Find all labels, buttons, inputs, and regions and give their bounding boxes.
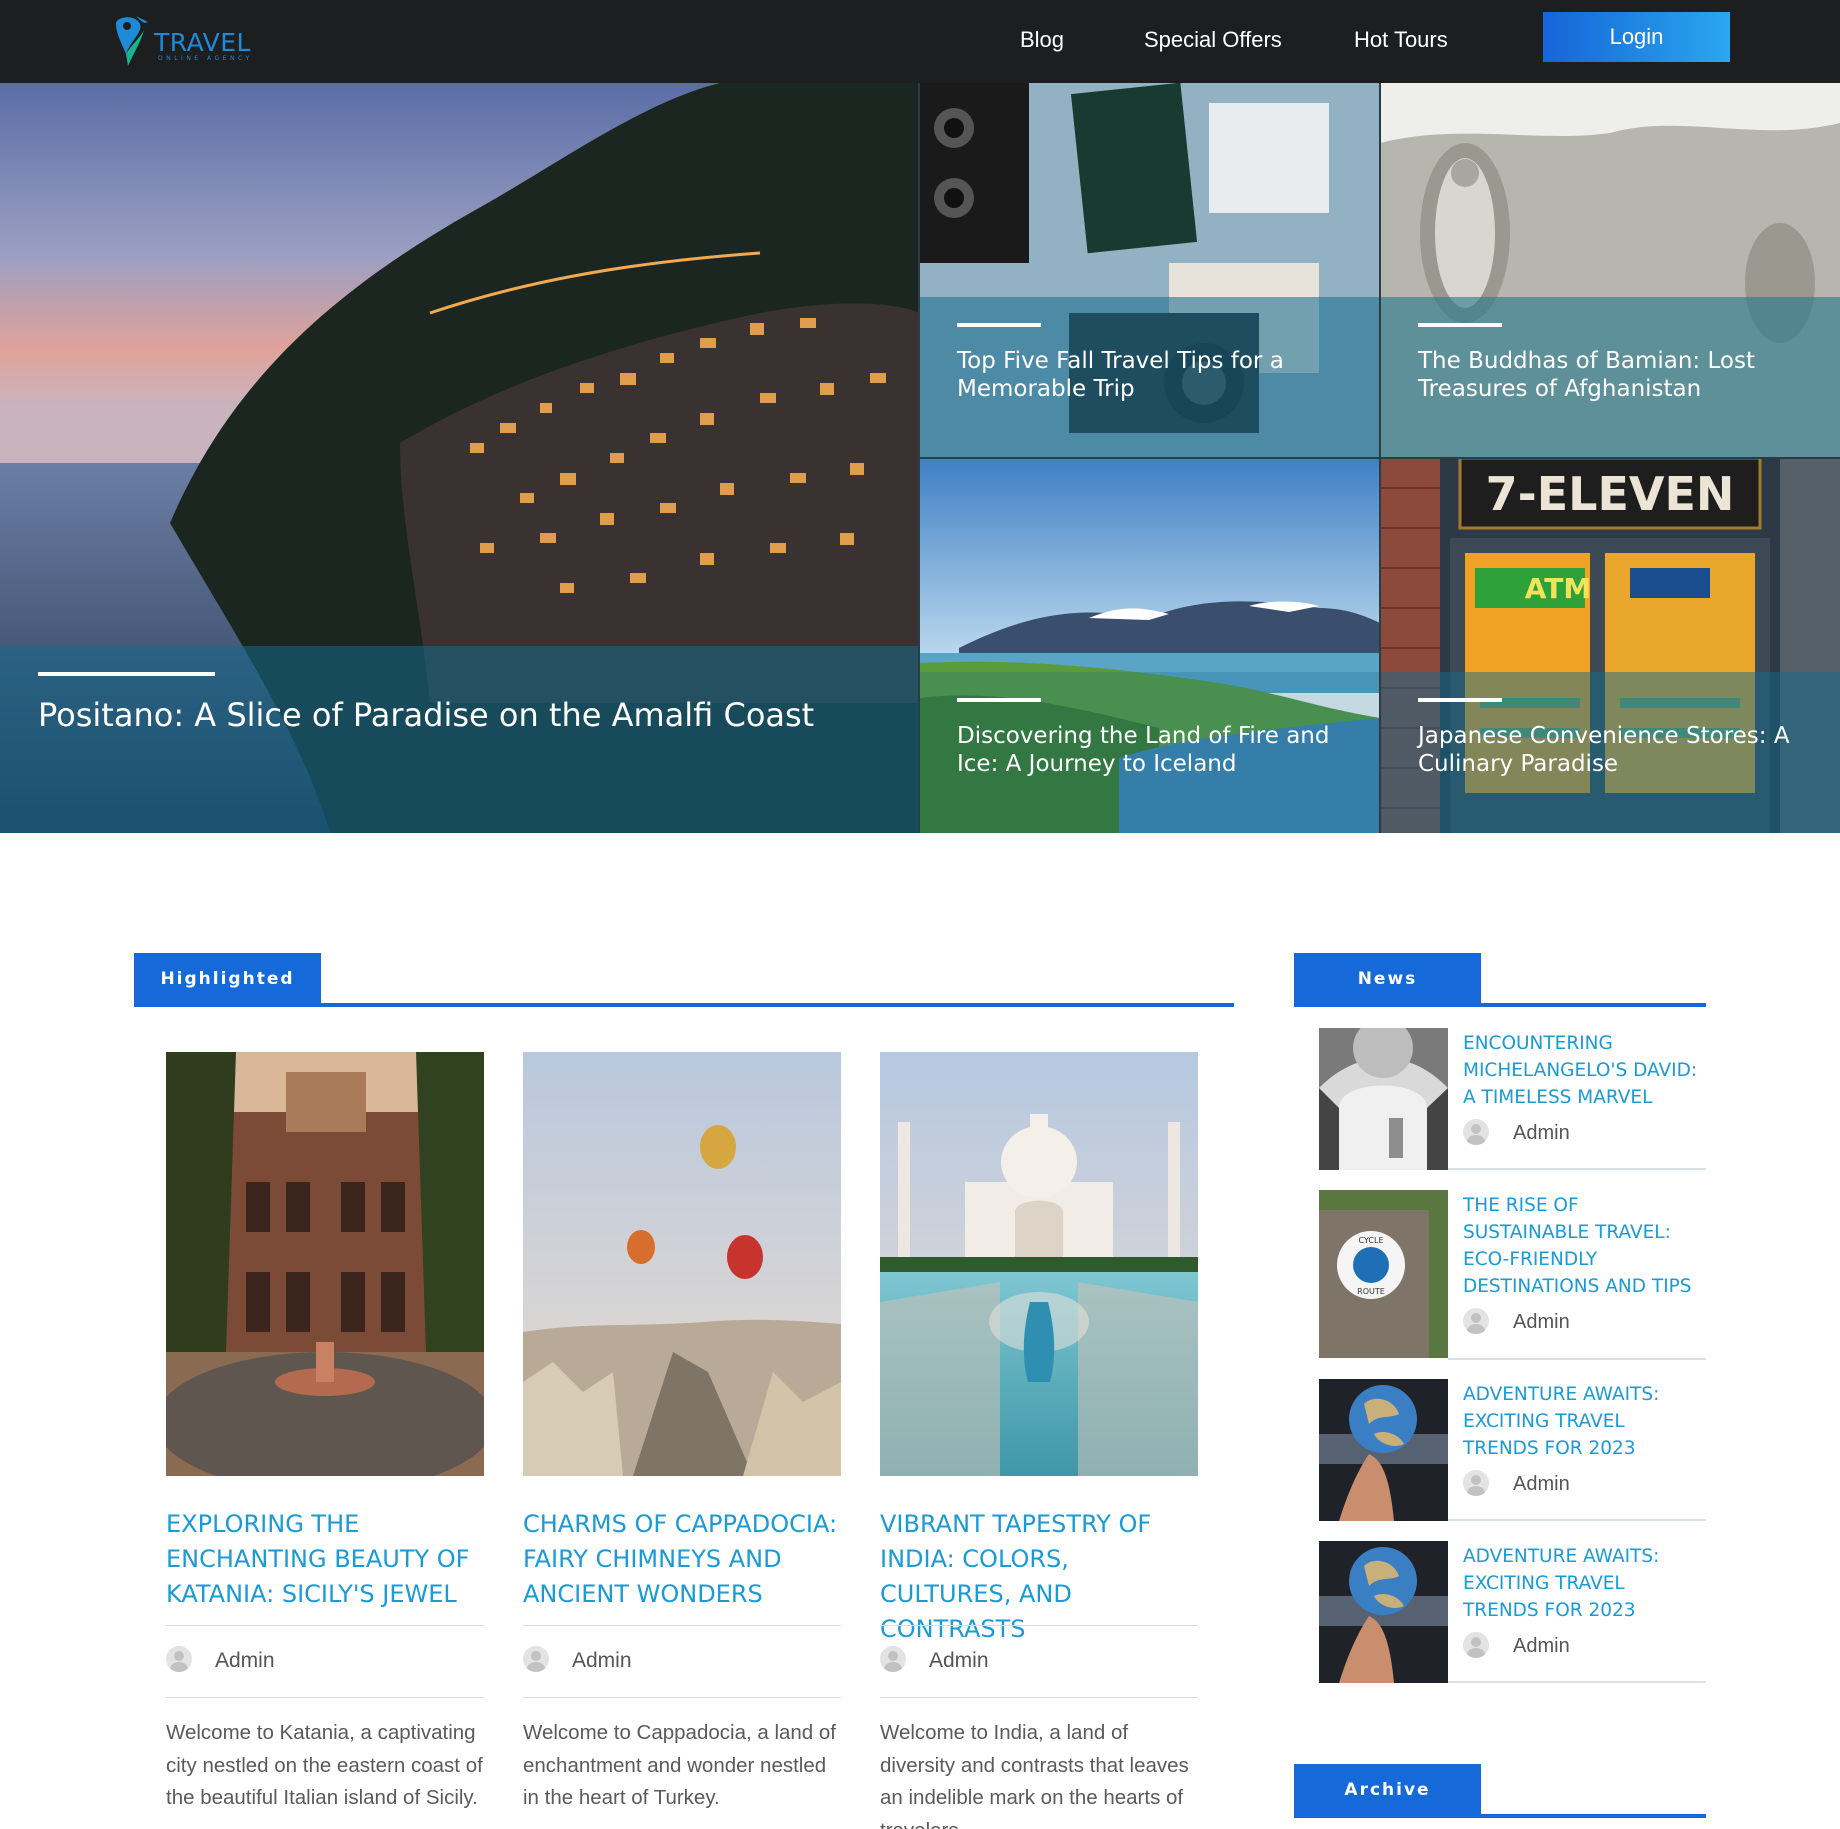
- archive-section-tab: Archive: [1294, 1764, 1481, 1816]
- card-divider: [880, 1625, 1198, 1626]
- atm-sign-text: ATM: [1525, 572, 1591, 605]
- caption-accent-bar: [957, 698, 1041, 702]
- card-divider: [166, 1697, 484, 1698]
- hero-main-title[interactable]: Positano: A Slice of Paradise on the Ama…: [38, 696, 898, 735]
- nav-blog-link[interactable]: Blog: [1020, 27, 1064, 53]
- brand-tagline: ONLINE AGENCY: [158, 55, 253, 62]
- news-author[interactable]: Admin: [1513, 1311, 1570, 1334]
- card-excerpt: Welcome to Cappadocia, a land of enchant…: [523, 1721, 837, 1809]
- hero-main-caption-overlay: Positano: A Slice of Paradise on the Ama…: [0, 646, 919, 833]
- author-avatar: [1463, 1632, 1489, 1658]
- news-item-sustainable-travel: CYCLE ROUTE The Rise of Sustainable Trav…: [1319, 1190, 1706, 1360]
- card-image[interactable]: [523, 1052, 841, 1476]
- news-divider: [1448, 1168, 1706, 1170]
- tile-buddhas-title[interactable]: The Buddhas of Bamian: Lost Treasures of…: [1418, 347, 1828, 403]
- news-item-adventure-trends-2: Adventure Awaits: Exciting Travel Trends…: [1319, 1541, 1706, 1683]
- cappadocia-balloons-image: [523, 1052, 841, 1476]
- author-avatar: [166, 1646, 192, 1672]
- news-thumbnail[interactable]: [1319, 1379, 1448, 1521]
- news-section-rule: [1294, 1003, 1706, 1007]
- news-thumbnail[interactable]: [1319, 1028, 1448, 1170]
- card-title[interactable]: Exploring the Enchanting Beauty of Katan…: [166, 1507, 488, 1612]
- news-author[interactable]: Admin: [1513, 1635, 1570, 1658]
- author-avatar: [880, 1646, 906, 1672]
- news-thumbnail[interactable]: [1319, 1541, 1448, 1683]
- news-title[interactable]: The Rise of Sustainable Travel: Eco-Frie…: [1463, 1192, 1703, 1300]
- hero-tile-fall-tips[interactable]: Top Five Fall Travel Tips for a Memorabl…: [919, 83, 1380, 458]
- card-divider: [166, 1625, 484, 1626]
- globe-in-hand-image: [1319, 1379, 1448, 1521]
- tile-caption-overlay: Top Five Fall Travel Tips for a Memorabl…: [919, 297, 1380, 458]
- hero-main-tile[interactable]: Positano: A Slice of Paradise on the Ama…: [0, 83, 919, 833]
- nav-special-offers-link[interactable]: Special Offers: [1144, 27, 1282, 53]
- hero-tile-iceland[interactable]: Discovering the Land of Fire and Ice: A …: [919, 458, 1380, 833]
- card-excerpt: Welcome to Katania, a captivating city n…: [166, 1721, 483, 1809]
- sign-bottom-text: ROUTE: [1357, 1287, 1385, 1296]
- archive-section-rule: [1294, 1814, 1706, 1818]
- news-divider: [1448, 1358, 1706, 1360]
- katania-square-image: [166, 1052, 484, 1476]
- card-author[interactable]: Admin: [572, 1649, 632, 1673]
- news-title[interactable]: Encountering Michelangelo's David: A Tim…: [1463, 1030, 1703, 1111]
- card-image[interactable]: [166, 1052, 484, 1476]
- nav-hot-tours-link[interactable]: Hot Tours: [1354, 27, 1448, 53]
- card-author[interactable]: Admin: [929, 1649, 989, 1673]
- article-card-cappadocia: Charms of Cappadocia: Fairy Chimneys and…: [523, 1052, 841, 1812]
- david-statue-dome-image: [1319, 1028, 1448, 1170]
- news-title[interactable]: Adventure Awaits: Exciting Travel Trends…: [1463, 1381, 1703, 1462]
- hero-tile-japanese-stores[interactable]: 7-ELEVEN ATM Japanese Convenience Stores…: [1380, 458, 1840, 833]
- card-image[interactable]: [880, 1052, 1198, 1476]
- author-avatar: [1463, 1470, 1489, 1496]
- card-excerpt: Welcome to India, a land of diversity an…: [880, 1721, 1189, 1829]
- author-avatar: [523, 1646, 549, 1672]
- highlighted-section-tab: Highlighted: [134, 953, 321, 1005]
- card-title[interactable]: Vibrant Tapestry of India: Colors, Cultu…: [880, 1507, 1202, 1647]
- card-author[interactable]: Admin: [215, 1649, 275, 1673]
- tile-fall-tips-title[interactable]: Top Five Fall Travel Tips for a Memorabl…: [957, 347, 1367, 403]
- news-item-michelangelo: Encountering Michelangelo's David: A Tim…: [1319, 1028, 1706, 1170]
- tile-caption-overlay: Discovering the Land of Fire and Ice: A …: [919, 672, 1380, 833]
- login-button[interactable]: Login: [1543, 12, 1730, 62]
- caption-accent-bar: [38, 672, 215, 676]
- caption-accent-bar: [1418, 698, 1502, 702]
- caption-accent-bar: [1418, 323, 1502, 327]
- article-card-india: Vibrant Tapestry of India: Colors, Cultu…: [880, 1052, 1198, 1829]
- map-pin-plane-icon: [116, 16, 148, 66]
- top-navigation-bar: TRAVEL ONLINE AGENCY Blog Special Offers…: [0, 0, 1840, 83]
- news-author[interactable]: Admin: [1513, 1122, 1570, 1145]
- hero-divider: [919, 457, 1840, 459]
- tile-caption-overlay: The Buddhas of Bamian: Lost Treasures of…: [1380, 297, 1840, 458]
- highlighted-section-rule: [134, 1003, 1234, 1007]
- article-card-katania: Exploring the Enchanting Beauty of Katan…: [166, 1052, 484, 1812]
- caption-accent-bar: [957, 323, 1041, 327]
- store-sign-text: 7-ELEVEN: [1486, 467, 1735, 521]
- news-author[interactable]: Admin: [1513, 1473, 1570, 1496]
- card-title[interactable]: Charms of Cappadocia: Fairy Chimneys and…: [523, 1507, 845, 1612]
- card-divider: [880, 1697, 1198, 1698]
- author-avatar: [1463, 1119, 1489, 1145]
- sign-top-text: CYCLE: [1359, 1236, 1384, 1245]
- news-thumbnail[interactable]: CYCLE ROUTE: [1319, 1190, 1448, 1358]
- tile-japanese-stores-title[interactable]: Japanese Convenience Stores: A Culinary …: [1418, 722, 1828, 778]
- brand-name: TRAVEL: [154, 28, 251, 57]
- brand-logo[interactable]: TRAVEL ONLINE AGENCY: [110, 14, 260, 66]
- taj-mahal-reflection-image: [880, 1052, 1198, 1476]
- news-divider: [1448, 1519, 1706, 1521]
- news-divider: [1448, 1681, 1706, 1683]
- hero-tile-buddhas[interactable]: The Buddhas of Bamian: Lost Treasures of…: [1380, 83, 1840, 458]
- cycle-route-sign-image: CYCLE ROUTE: [1319, 1190, 1448, 1358]
- news-item-adventure-trends: Adventure Awaits: Exciting Travel Trends…: [1319, 1379, 1706, 1521]
- news-section-tab: News: [1294, 953, 1481, 1005]
- card-divider: [523, 1625, 841, 1626]
- tile-caption-overlay: Japanese Convenience Stores: A Culinary …: [1380, 672, 1840, 833]
- author-avatar: [1463, 1308, 1489, 1334]
- globe-in-hand-image: [1319, 1541, 1448, 1683]
- news-title[interactable]: Adventure Awaits: Exciting Travel Trends…: [1463, 1543, 1703, 1624]
- tile-iceland-title[interactable]: Discovering the Land of Fire and Ice: A …: [957, 722, 1377, 778]
- card-divider: [523, 1697, 841, 1698]
